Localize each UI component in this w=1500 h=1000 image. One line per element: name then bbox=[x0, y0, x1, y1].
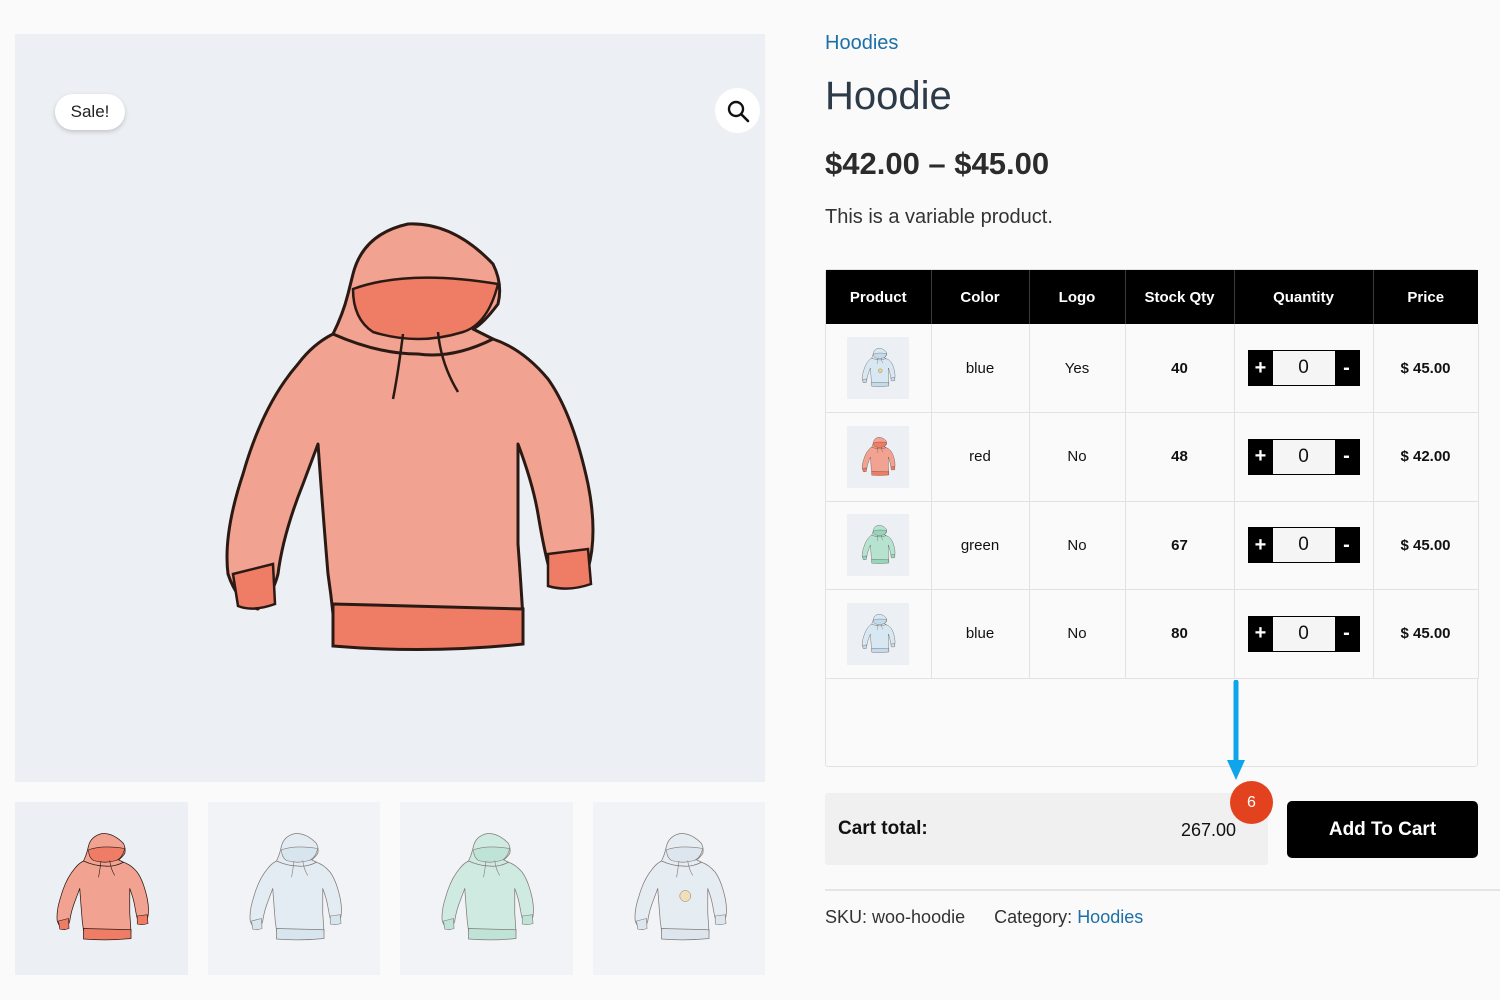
cell-logo: Yes bbox=[1029, 324, 1126, 413]
hoodie-blue-icon bbox=[860, 347, 896, 389]
table-row: blue No 80 +- $ 45.00 bbox=[826, 589, 1479, 679]
thumbnail-green[interactable] bbox=[400, 802, 573, 975]
table-header-row: Product Color Logo Stock Qty Quantity Pr… bbox=[826, 270, 1478, 324]
short-description: This is a variable product. bbox=[825, 206, 1053, 228]
hoodie-red-icon bbox=[225, 222, 595, 652]
decrement-button[interactable]: - bbox=[1334, 439, 1359, 474]
variations-table: Product Color Logo Stock Qty Quantity Pr… bbox=[826, 270, 1479, 679]
cell-price: $ 45.00 bbox=[1373, 589, 1479, 679]
cell-logo: No bbox=[1029, 589, 1126, 679]
quantity-stepper: +- bbox=[1247, 438, 1360, 475]
quantity-stepper: +- bbox=[1247, 350, 1360, 386]
cell-stock: 80 bbox=[1125, 589, 1235, 679]
thumbnail-blue[interactable] bbox=[207, 802, 380, 975]
header-color: Color bbox=[931, 270, 1030, 324]
table-row: red No 48 +- $ 42.00 bbox=[826, 412, 1479, 502]
add-to-cart-button[interactable]: Add To Cart bbox=[1287, 801, 1478, 858]
sku-label: SKU: bbox=[825, 907, 868, 927]
decrement-button[interactable]: - bbox=[1334, 616, 1359, 651]
cell-logo: No bbox=[1029, 412, 1126, 502]
sale-badge: Sale! bbox=[55, 94, 125, 130]
header-logo: Logo bbox=[1029, 270, 1126, 324]
header-quantity: Quantity bbox=[1234, 270, 1374, 324]
cell-stock: 48 bbox=[1125, 412, 1235, 502]
hoodie-red-icon bbox=[51, 831, 151, 946]
category-link[interactable]: Hoodies bbox=[1077, 907, 1143, 927]
quantity-stepper: +- bbox=[1247, 615, 1360, 652]
table-row: blue Yes 40 +- $ 45.00 bbox=[826, 324, 1479, 413]
category-label: Category: bbox=[994, 907, 1073, 927]
cell-color: blue bbox=[931, 589, 1030, 679]
quantity-input[interactable] bbox=[1272, 616, 1335, 651]
cell-price: $ 45.00 bbox=[1373, 324, 1479, 413]
table-row: green No 67 +- $ 45.00 bbox=[826, 501, 1479, 590]
cart-total-label: Cart total: bbox=[838, 818, 928, 839]
divider bbox=[825, 889, 1500, 891]
product-title: Hoodie bbox=[825, 74, 952, 118]
thumbnail-red[interactable] bbox=[15, 802, 188, 975]
header-price: Price bbox=[1373, 270, 1478, 324]
quantity-input[interactable] bbox=[1272, 351, 1335, 385]
thumbnail-blue-logo[interactable] bbox=[592, 802, 765, 975]
cell-stock: 67 bbox=[1125, 501, 1235, 590]
zoom-button[interactable] bbox=[715, 88, 760, 133]
gallery-thumbnails bbox=[15, 802, 765, 975]
cell-color: red bbox=[931, 412, 1030, 502]
variation-thumbnail[interactable] bbox=[847, 514, 910, 577]
variation-thumbnail[interactable] bbox=[847, 602, 910, 665]
quantity-stepper: +- bbox=[1247, 527, 1360, 564]
hoodie-blue-logo-icon bbox=[629, 831, 729, 946]
hoodie-green-icon bbox=[436, 831, 536, 946]
hoodie-blue-icon bbox=[244, 831, 344, 946]
decrement-button[interactable]: - bbox=[1334, 528, 1359, 563]
hoodie-red-icon bbox=[860, 436, 896, 478]
increment-button[interactable]: + bbox=[1248, 616, 1273, 651]
cell-stock: 40 bbox=[1125, 324, 1235, 413]
annotation-arrow-icon bbox=[1227, 680, 1245, 780]
product-meta: SKU: woo-hoodie Category: Hoodies bbox=[825, 907, 1143, 928]
cart-total-value: 267.00 bbox=[1180, 820, 1236, 840]
category-breadcrumb-link[interactable]: Hoodies bbox=[825, 32, 898, 55]
variation-thumbnail[interactable] bbox=[847, 337, 910, 399]
variation-thumbnail[interactable] bbox=[847, 425, 910, 488]
increment-button[interactable]: + bbox=[1248, 439, 1273, 474]
cart-total-box: Cart total: 267.00 bbox=[825, 793, 1268, 865]
cell-color: blue bbox=[931, 324, 1030, 413]
quantity-input[interactable] bbox=[1272, 528, 1335, 563]
cell-color: green bbox=[931, 501, 1030, 590]
cart-count-badge: 6 bbox=[1230, 781, 1273, 824]
cell-price: $ 42.00 bbox=[1373, 412, 1479, 502]
header-stock-qty: Stock Qty bbox=[1125, 270, 1235, 324]
sku-value: woo-hoodie bbox=[872, 907, 966, 927]
quantity-input[interactable] bbox=[1272, 439, 1335, 474]
cell-logo: No bbox=[1029, 501, 1126, 590]
increment-button[interactable]: + bbox=[1248, 528, 1273, 563]
cell-price: $ 45.00 bbox=[1373, 501, 1479, 590]
variations-table-wrapper: Product Color Logo Stock Qty Quantity Pr… bbox=[825, 269, 1479, 767]
decrement-button[interactable]: - bbox=[1334, 351, 1359, 385]
hoodie-blue-icon bbox=[860, 613, 896, 655]
increment-button[interactable]: + bbox=[1248, 351, 1273, 385]
magnifier-icon bbox=[727, 100, 749, 122]
hoodie-green-icon bbox=[860, 524, 896, 566]
header-product: Product bbox=[826, 270, 932, 324]
price-range: $42.00 – $45.00 bbox=[825, 146, 1050, 181]
product-main-image[interactable]: Sale! bbox=[15, 34, 765, 782]
